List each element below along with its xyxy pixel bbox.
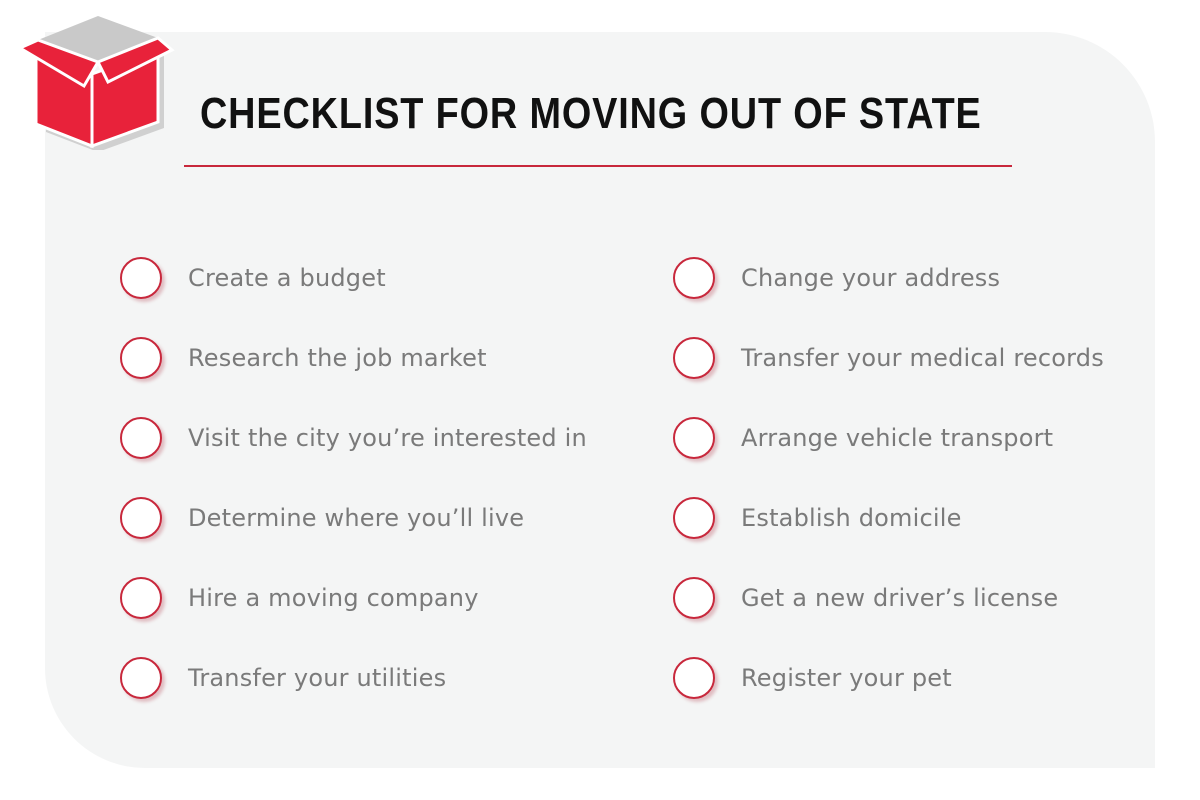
checklist-item-label: Change your address bbox=[741, 264, 1001, 292]
checklist-item-label: Create a budget bbox=[188, 264, 386, 292]
checklist-item-label: Hire a moving company bbox=[188, 584, 479, 612]
checkbox[interactable] bbox=[673, 417, 715, 459]
checklist-item[interactable]: Visit the city you’re interested in bbox=[120, 416, 587, 460]
checkbox[interactable] bbox=[120, 417, 162, 459]
checklist-item-label: Arrange vehicle transport bbox=[741, 424, 1054, 452]
checkbox[interactable] bbox=[673, 337, 715, 379]
checkbox[interactable] bbox=[120, 497, 162, 539]
checklist-item[interactable]: Create a budget bbox=[120, 256, 587, 300]
checklist-item-label: Transfer your utilities bbox=[188, 664, 447, 692]
checklist-item[interactable]: Get a new driver’s license bbox=[673, 576, 1104, 620]
checklist-item-label: Visit the city you’re interested in bbox=[188, 424, 587, 452]
checklist-right-column: Change your address Transfer your medica… bbox=[673, 256, 1104, 736]
checklist-item[interactable]: Transfer your utilities bbox=[120, 656, 587, 700]
checklist-item-label: Transfer your medical records bbox=[741, 344, 1104, 372]
title-divider bbox=[184, 165, 1012, 167]
checklist-left-column: Create a budget Research the job market … bbox=[120, 256, 587, 736]
open-box-icon bbox=[16, 16, 175, 150]
checklist-item-label: Determine where you’ll live bbox=[188, 504, 525, 532]
checkbox[interactable] bbox=[120, 577, 162, 619]
checkbox[interactable] bbox=[120, 337, 162, 379]
checklist-item[interactable]: Determine where you’ll live bbox=[120, 496, 587, 540]
checklist-item-label: Register your pet bbox=[741, 664, 952, 692]
checkbox[interactable] bbox=[673, 257, 715, 299]
checkbox[interactable] bbox=[673, 657, 715, 699]
checklist-item-label: Get a new driver’s license bbox=[741, 584, 1059, 612]
checklist-item[interactable]: Hire a moving company bbox=[120, 576, 587, 620]
checklist-item-label: Research the job market bbox=[188, 344, 487, 372]
checklist-item[interactable]: Change your address bbox=[673, 256, 1104, 300]
checklist-item[interactable]: Establish domicile bbox=[673, 496, 1104, 540]
page-title: CHECKLIST FOR MOVING OUT OF STATE bbox=[200, 89, 982, 138]
checklist-item[interactable]: Arrange vehicle transport bbox=[673, 416, 1104, 460]
checkbox[interactable] bbox=[673, 577, 715, 619]
checklist-item[interactable]: Transfer your medical records bbox=[673, 336, 1104, 380]
checklist-item[interactable]: Register your pet bbox=[673, 656, 1104, 700]
checkbox[interactable] bbox=[673, 497, 715, 539]
checklist-item-label: Establish domicile bbox=[741, 504, 962, 532]
checkbox[interactable] bbox=[120, 257, 162, 299]
checkbox[interactable] bbox=[120, 657, 162, 699]
checklist-item[interactable]: Research the job market bbox=[120, 336, 587, 380]
